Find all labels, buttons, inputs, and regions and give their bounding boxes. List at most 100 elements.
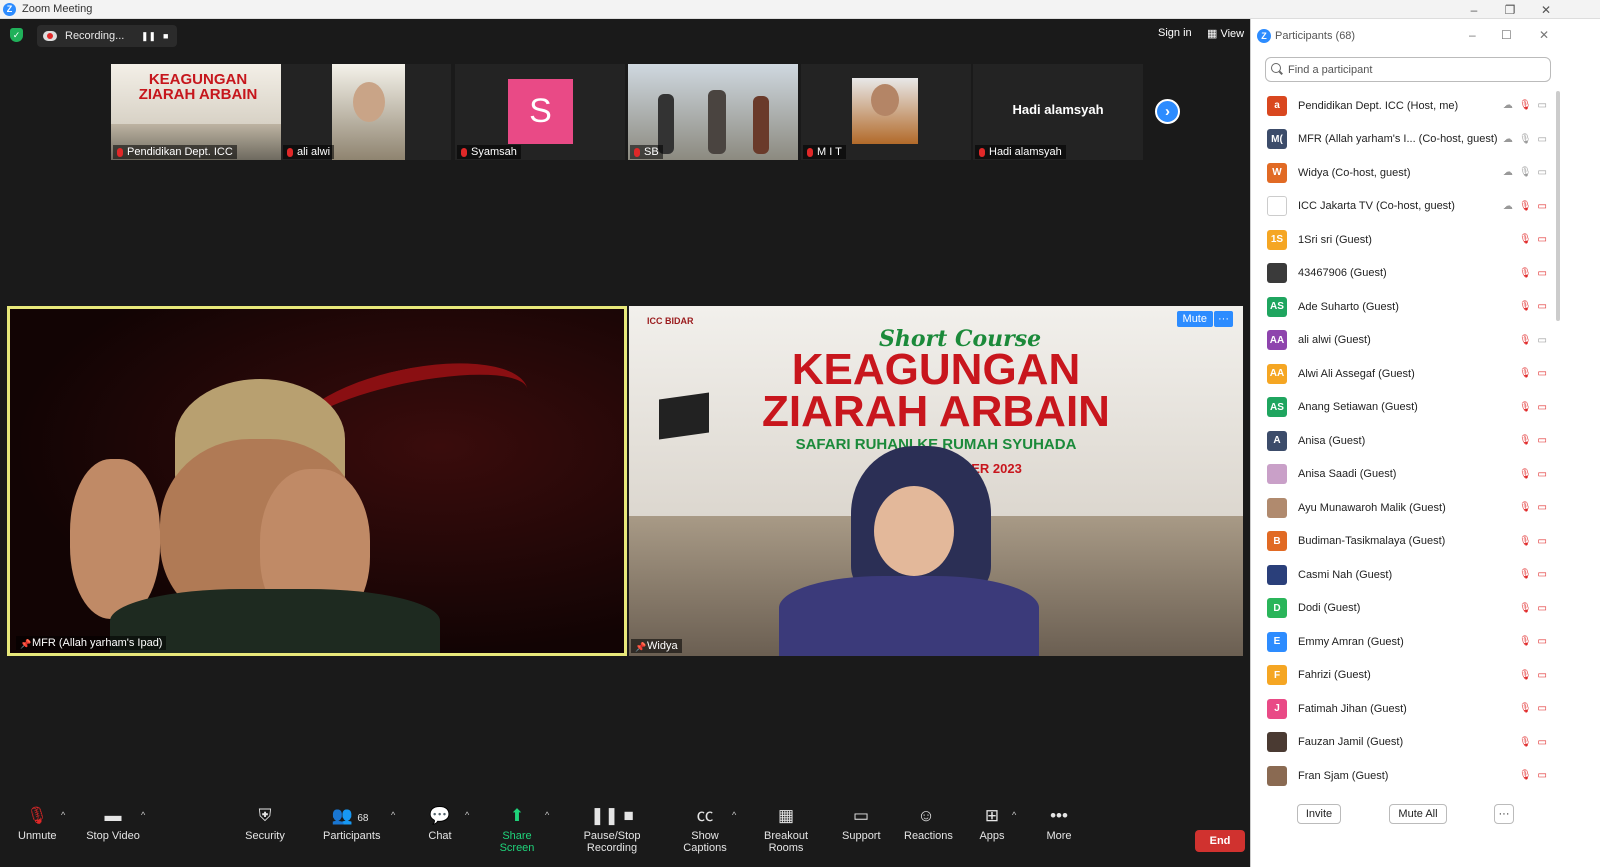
strip-tile-syamsah[interactable]: S Syamsah	[455, 64, 625, 160]
participant-status-icons: 🎙 ▭	[1519, 335, 1547, 346]
participant-row[interactable]: A Anisa (Guest) 🎙 ▭	[1251, 424, 1555, 458]
strip-tile-sb[interactable]: SB	[628, 64, 798, 160]
participant-name: Fahrizi (Guest)	[1298, 669, 1371, 682]
share-screen-label: Share Screen	[499, 830, 535, 854]
participant-avatar: AA	[1267, 330, 1287, 351]
share-screen-button[interactable]: ⬆ Share Screen	[487, 804, 547, 854]
share-options-caret[interactable]: ^	[545, 810, 549, 820]
participant-row[interactable]: Fauzan Jamil (Guest) 🎙 ▭	[1251, 726, 1555, 760]
strip-tile-ali-alwi[interactable]: ali alwi	[281, 64, 451, 160]
video-off-icon: ▭	[1537, 401, 1547, 413]
view-button[interactable]: ▦ View	[1207, 27, 1244, 40]
video-off-icon: ▭	[1537, 669, 1547, 681]
recording-cloud-icon: ☁	[1502, 133, 1513, 145]
participant-name: Anisa Saadi (Guest)	[1298, 468, 1397, 481]
meeting-topbar: ✓ Recording... ❚❚ ■ Sign in ▦ View	[0, 19, 1262, 51]
next-page-arrow-icon[interactable]: ›	[1155, 99, 1180, 124]
microphone-muted-icon: 🎙	[26, 806, 48, 825]
microphone-muted-icon: 🎙	[1518, 636, 1532, 648]
recording-cloud-icon	[43, 31, 57, 41]
pin-icon: 📌	[635, 642, 647, 652]
panel-minimize-icon[interactable]: –	[1469, 28, 1476, 42]
participant-row[interactable]: F Fahrizi (Guest) 🎙 ▭	[1251, 659, 1555, 693]
strip-tile-hadi[interactable]: Hadi alamsyah Hadi alamsyah	[973, 64, 1143, 160]
mute-participant-button[interactable]: Mute	[1176, 311, 1213, 327]
microphone-muted-icon: 🎙	[1518, 301, 1532, 313]
participant-row[interactable]: 1S 1Sri sri (Guest) 🎙 ▭	[1251, 223, 1555, 257]
participants-button[interactable]: 👥 68 Participants	[323, 804, 381, 842]
participant-row[interactable]: B Budiman-Tasikmalaya (Guest) 🎙 ▭	[1251, 525, 1555, 559]
apps-button[interactable]: ⊞ Apps	[979, 804, 1005, 842]
recording-cloud-icon: ☁	[1502, 100, 1513, 112]
panel-popout-icon[interactable]: ☐	[1501, 28, 1512, 42]
apps-options-caret[interactable]: ^	[1012, 810, 1016, 820]
invite-button[interactable]: Invite	[1297, 804, 1341, 824]
mute-all-button[interactable]: Mute All	[1389, 804, 1447, 824]
show-captions-label: Show Captions	[683, 830, 727, 854]
speaker-video-widya[interactable]: ICC BIDAR Short Course KEAGUNGAN ZIARAH …	[629, 306, 1243, 656]
participant-row[interactable]: Anisa Saadi (Guest) 🎙 ▭	[1251, 458, 1555, 492]
participant-row[interactable]: AA ali alwi (Guest) 🎙 ▭	[1251, 324, 1555, 358]
participant-row[interactable]: AS Anang Setiawan (Guest) 🎙 ▭	[1251, 391, 1555, 425]
unmute-button[interactable]: 🎙 Unmute	[18, 804, 57, 842]
participant-row[interactable]: ICC Jakarta TV (Co-host, guest) ☁ 🎙 ▭	[1251, 190, 1555, 224]
participant-row[interactable]: AS Ade Suharto (Guest) 🎙 ▭	[1251, 290, 1555, 324]
security-button[interactable]: ⛨ Security	[245, 804, 285, 842]
show-captions-button[interactable]: ㏄ Show Captions	[672, 804, 738, 854]
more-button[interactable]: ••• More	[1045, 804, 1073, 842]
smile-icon: ☺	[917, 806, 935, 825]
participant-row[interactable]: 43467906 (Guest) 🎙 ▭	[1251, 257, 1555, 291]
participants-options-caret[interactable]: ^	[391, 810, 395, 820]
stop-video-button[interactable]: ▬ Stop Video	[86, 804, 140, 842]
meeting-area: ✓ Recording... ❚❚ ■ Sign in ▦ View KEAGU…	[0, 19, 1262, 867]
sign-in-link[interactable]: Sign in	[1158, 27, 1192, 39]
restore-icon[interactable]: ❐	[1492, 0, 1528, 19]
panel-scrollbar[interactable]	[1556, 91, 1560, 321]
hadi-center-name: Hadi alamsyah	[1012, 102, 1104, 117]
participant-status-icons: 🎙 ▭	[1519, 737, 1547, 748]
chat-button[interactable]: 💬 Chat	[427, 804, 453, 842]
participant-row[interactable]: J Fatimah Jihan (Guest) 🎙 ▭	[1251, 692, 1555, 726]
video-camera-icon: ▭	[1537, 100, 1547, 112]
find-participant-input[interactable]: Find a participant	[1265, 57, 1551, 82]
captions-options-caret[interactable]: ^	[732, 810, 736, 820]
participant-row[interactable]: D Dodi (Guest) 🎙 ▭	[1251, 592, 1555, 626]
pause-recording-icon[interactable]: ❚❚	[141, 31, 156, 42]
breakout-rooms-button[interactable]: ▦ Breakout Rooms	[750, 804, 822, 854]
participant-row[interactable]: a Pendidikan Dept. ICC (Host, me) ☁ 🎙 ▭	[1251, 89, 1555, 123]
microphone-icon: 🎙	[1518, 167, 1532, 179]
participant-row[interactable]: W Widya (Co-host, guest) ☁ 🎙 ▭	[1251, 156, 1555, 190]
stop-recording-icon[interactable]: ■	[163, 31, 168, 41]
video-strip: KEAGUNGAN ZIARAH ARBAIN Pendidikan Dept.…	[111, 64, 1143, 160]
strip-tile-pendidikan[interactable]: KEAGUNGAN ZIARAH ARBAIN Pendidikan Dept.…	[111, 64, 281, 160]
chat-options-caret[interactable]: ^	[465, 810, 469, 820]
strip-tile-mit[interactable]: M I T	[801, 64, 971, 160]
participant-row[interactable]: Casmi Nah (Guest) 🎙 ▭	[1251, 558, 1555, 592]
reactions-button[interactable]: ☺ Reactions	[904, 804, 953, 842]
minimize-icon[interactable]: –	[1456, 0, 1492, 19]
support-button[interactable]: ▭ Support	[842, 804, 881, 842]
encryption-shield-icon[interactable]: ✓	[10, 28, 23, 42]
video-options-caret[interactable]: ^	[141, 810, 145, 820]
close-icon[interactable]: ✕	[1528, 0, 1564, 19]
participant-more-button[interactable]: ···	[1214, 311, 1233, 327]
participant-row[interactable]: Ayu Munawaroh Malik (Guest) 🎙 ▭	[1251, 491, 1555, 525]
participant-avatar: AS	[1267, 296, 1287, 317]
participant-status-icons: 🎙 ▭	[1519, 703, 1547, 714]
speaker-video-mfr[interactable]: 📌 MFR (Allah yarham's Ipad)	[7, 306, 627, 656]
participant-row[interactable]: E Emmy Amran (Guest) 🎙 ▭	[1251, 625, 1555, 659]
participant-row[interactable]: AA Alwi Ali Assegaf (Guest) 🎙 ▭	[1251, 357, 1555, 391]
more-label: More	[1046, 830, 1072, 842]
video-camera-icon: ▬	[104, 806, 122, 825]
pause-stop-recording-button[interactable]: ❚❚ ■ Pause/Stop Recording	[563, 804, 661, 854]
microphone-muted-icon: 🎙	[1518, 267, 1532, 279]
participant-row[interactable]: M(MFR (Allah yarham's I... (Co-host, gue…	[1251, 123, 1555, 157]
participant-row[interactable]: Fran Sjam (Guest) 🎙 ▭	[1251, 759, 1555, 787]
speaker-name-tag: 📌 Widya	[631, 639, 682, 653]
audio-options-caret[interactable]: ^	[61, 810, 65, 820]
panel-more-button[interactable]: ···	[1494, 804, 1514, 824]
end-meeting-button[interactable]: End	[1195, 830, 1245, 852]
participants-label: Participants	[323, 830, 381, 842]
panel-close-icon[interactable]: ✕	[1539, 28, 1549, 42]
more-dots-icon: •••	[1050, 806, 1068, 825]
